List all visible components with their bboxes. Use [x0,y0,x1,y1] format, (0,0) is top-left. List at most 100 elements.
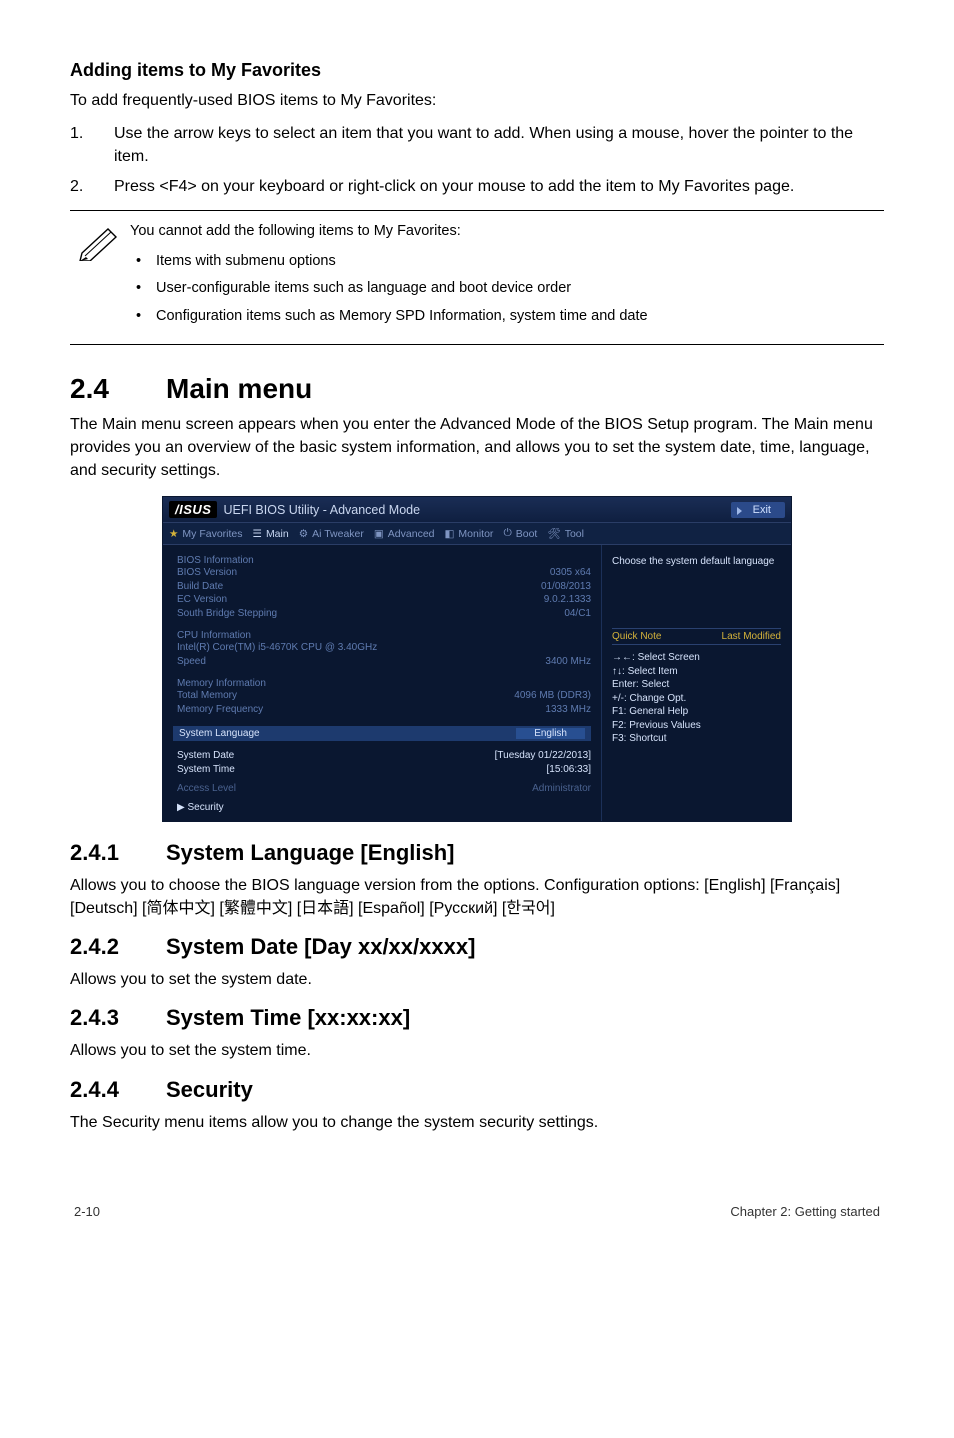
chip-icon: ⚙ [299,528,308,540]
tab-main[interactable]: ☰ Main [253,527,289,540]
sysdate-label[interactable]: System Date [177,749,234,763]
note-lead: You cannot add the following items to My… [130,221,884,243]
row-val: 9.0.2.1333 [544,593,591,607]
section-number: 2.4 [70,373,166,405]
section-2-4-2-para: Allows you to set the system date. [70,968,884,991]
system-language-row[interactable]: System Language English [173,726,591,741]
tab-label: Advanced [388,528,435,540]
tab-favorites[interactable]: ★ My Favorites [169,527,243,540]
section-title: Main menu [166,373,312,405]
section-number: 2.4.1 [70,840,166,866]
list-text: Press <F4> on your keyboard or right-cli… [114,175,794,198]
row-key: Build Date [177,580,223,594]
section-2-4-3-para: Allows you to set the system time. [70,1039,884,1062]
section-number: 2.4.2 [70,934,166,960]
bios-logo: /ISUS [169,501,217,518]
tab-label: Tool [565,528,584,540]
note-item-text: User-configurable items such as language… [156,278,571,300]
row-val: 4096 MB (DDR3) [514,689,591,703]
bios-title: UEFI BIOS Utility - Advanced Mode [223,503,730,517]
tool-icon: 🛠 [547,527,560,540]
last-modified-button[interactable]: Last Modified [722,631,781,642]
row-val: 0305 x64 [550,566,591,580]
section-2-4-2-heading: 2.4.2 System Date [Day xx/xx/xxxx] [70,934,884,960]
bios-info-head: BIOS Information [177,555,591,566]
tab-boot[interactable]: ⏻Boot [503,527,537,540]
tab-ai-tweaker[interactable]: ⚙ Ai Tweaker [299,527,364,540]
sysdate-value: [Tuesday 01/22/2013] [495,749,591,763]
bios-left-panel: BIOS Information BIOS Version 0305 x64 Bu… [163,545,601,821]
note-item-text: Items with submenu options [156,251,336,273]
page-footer: 2-10 Chapter 2: Getting started [70,1204,884,1219]
list-item: 2. Press <F4> on your keyboard or right-… [70,175,884,198]
row-key: EC Version [177,593,227,607]
list-number: 1. [70,122,114,168]
cpu-name: Intel(R) Core(TM) i5-4670K CPU @ 3.40GHz [177,641,377,655]
row-key: South Bridge Stepping [177,607,277,621]
section-2-4-1-para: Allows you to choose the BIOS language v… [70,874,884,920]
row-val: 04/C1 [564,607,591,621]
tab-monitor[interactable]: ◧Monitor [445,527,494,540]
bios-tabs: ★ My Favorites ☰ Main ⚙ Ai Tweaker ▣ Advance… [163,522,791,545]
section-title: System Date [Day xx/xx/xxxx] [166,934,475,960]
page: Adding items to My Favorites To add freq… [0,0,954,1249]
cpu-info-head: CPU Information [177,630,591,641]
section-2-4-4-para: The Security menu items allow you to cha… [70,1111,884,1134]
row-key: Memory Frequency [177,703,263,717]
list-text: Use the arrow keys to select an item tha… [114,122,884,168]
systime-value: [15:06:33] [547,763,591,777]
monitor-icon: ◧ [445,528,455,540]
lang-label: System Language [179,728,260,739]
mem-info-head: Memory Information [177,678,591,689]
note-box: You cannot add the following items to My… [70,210,884,345]
row-key: Total Memory [177,689,237,703]
bios-exit-button[interactable]: Exit [731,502,785,518]
row-key: BIOS Version [177,566,237,580]
section-2-4-heading: 2.4 Main menu [70,373,884,405]
systime-label[interactable]: System Time [177,763,235,777]
row-val: 3400 MHz [545,655,591,669]
security-item[interactable]: ▶ Security [177,802,591,813]
tab-tool[interactable]: 🛠 Tool [547,527,584,540]
chapter-label: Chapter 2: Getting started [730,1204,880,1219]
bios-titlebar: /ISUS UEFI BIOS Utility - Advanced Mode … [163,497,791,522]
list-item: 1. Use the arrow keys to select an item … [70,122,884,168]
star-icon: ★ [169,528,178,540]
section-number: 2.4.4 [70,1077,166,1103]
pencil-icon [78,223,122,261]
adding-heading: Adding items to My Favorites [70,60,884,81]
adding-steps-list: 1. Use the arrow keys to select an item … [70,122,884,198]
note-item: •Configuration items such as Memory SPD … [130,306,884,328]
section-title: System Time [xx:xx:xx] [166,1005,410,1031]
row-val: 1333 MHz [545,703,591,717]
section-2-4-4-heading: 2.4.4 Security [70,1077,884,1103]
advanced-icon: ▣ [374,528,384,540]
lang-value: English [516,728,585,739]
note-item: •Items with submenu options [130,251,884,273]
bios-help-keys: →←: Select Screen ↑↓: Select Item Enter:… [612,651,781,746]
section-title: System Language [English] [166,840,455,866]
quick-note-button[interactable]: Quick Note [612,631,661,642]
note-icon [70,221,130,334]
access-value: Administrator [532,782,591,796]
tab-label: Monitor [458,528,493,540]
note-item-text: Configuration items such as Memory SPD I… [156,306,648,328]
note-body: You cannot add the following items to My… [130,221,884,334]
bios-body: BIOS Information BIOS Version 0305 x64 Bu… [163,545,791,821]
bios-right-panel: Choose the system default language Quick… [601,545,791,821]
list-icon: ☰ [253,528,262,540]
page-number: 2-10 [74,1204,100,1219]
section-2-4-para: The Main menu screen appears when you en… [70,413,884,483]
section-number: 2.4.3 [70,1005,166,1031]
row-val: 01/08/2013 [541,580,591,594]
section-2-4-1-heading: 2.4.1 System Language [English] [70,840,884,866]
adding-intro: To add frequently-used BIOS items to My … [70,89,884,112]
tab-label: My Favorites [182,528,242,540]
access-label: Access Level [177,782,236,796]
tab-advanced[interactable]: ▣ Advanced [374,527,435,540]
tab-label: Boot [516,528,538,540]
tab-label: Main [266,528,289,540]
section-2-4-3-heading: 2.4.3 System Time [xx:xx:xx] [70,1005,884,1031]
section-title: Security [166,1077,253,1103]
tab-label: Ai Tweaker [312,528,364,540]
